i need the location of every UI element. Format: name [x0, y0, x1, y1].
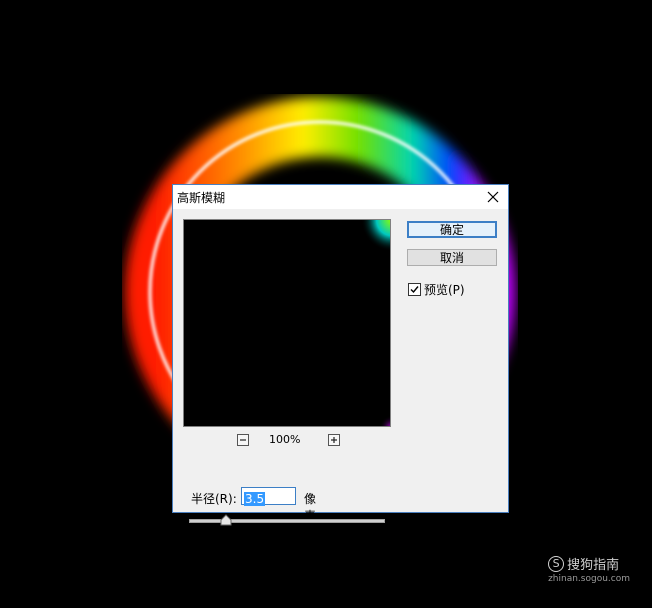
zoom-in-button[interactable] [328, 434, 340, 446]
radius-slider-track[interactable] [189, 519, 385, 523]
slider-thumb-icon[interactable] [220, 514, 232, 526]
watermark-text: 搜狗指南 [567, 558, 620, 573]
radius-label: 半径(R): [191, 492, 237, 506]
zoom-level: 100% [269, 433, 301, 446]
preview-checkbox[interactable] [408, 282, 421, 296]
zoom-out-icon [240, 439, 246, 441]
cancel-button[interactable]: 取消 [407, 249, 497, 266]
zoom-out-button[interactable] [237, 434, 249, 446]
preview-image [184, 220, 390, 426]
dialog-body: 100% 确定 取消 预览(P) 半径(R): 3.5 像素 [173, 209, 508, 526]
canvas: 高斯模糊 100% 确定 取消 预览(P) 半径(R): 3.5 像素 S 搜狗… [0, 0, 652, 608]
preview-checkbox-label: 预览(P) [424, 282, 465, 297]
radius-value: 3.5 [244, 492, 266, 506]
preview-toggle[interactable]: 预览(P) [408, 281, 465, 297]
sogou-logo-icon: S [548, 555, 565, 572]
zoom-controls: 100% [183, 433, 391, 448]
zoom-in-icon [331, 437, 337, 443]
dialog-titlebar[interactable]: 高斯模糊 [173, 185, 508, 209]
ok-button[interactable]: 确定 [407, 221, 497, 238]
blur-preview-pane[interactable] [183, 219, 391, 427]
gaussian-blur-dialog: 高斯模糊 100% 确定 取消 预览(P) 半径(R): 3.5 像素 [172, 184, 509, 526]
watermark-url: zhinan.sogou.com [548, 574, 630, 584]
checkmark-icon [410, 285, 419, 293]
close-button[interactable] [478, 185, 508, 209]
watermark: S 搜狗指南 zhinan.sogou.com [548, 554, 630, 584]
close-icon [487, 191, 499, 203]
dialog-title: 高斯模糊 [177, 191, 226, 205]
radius-input[interactable]: 3.5 [241, 487, 296, 506]
